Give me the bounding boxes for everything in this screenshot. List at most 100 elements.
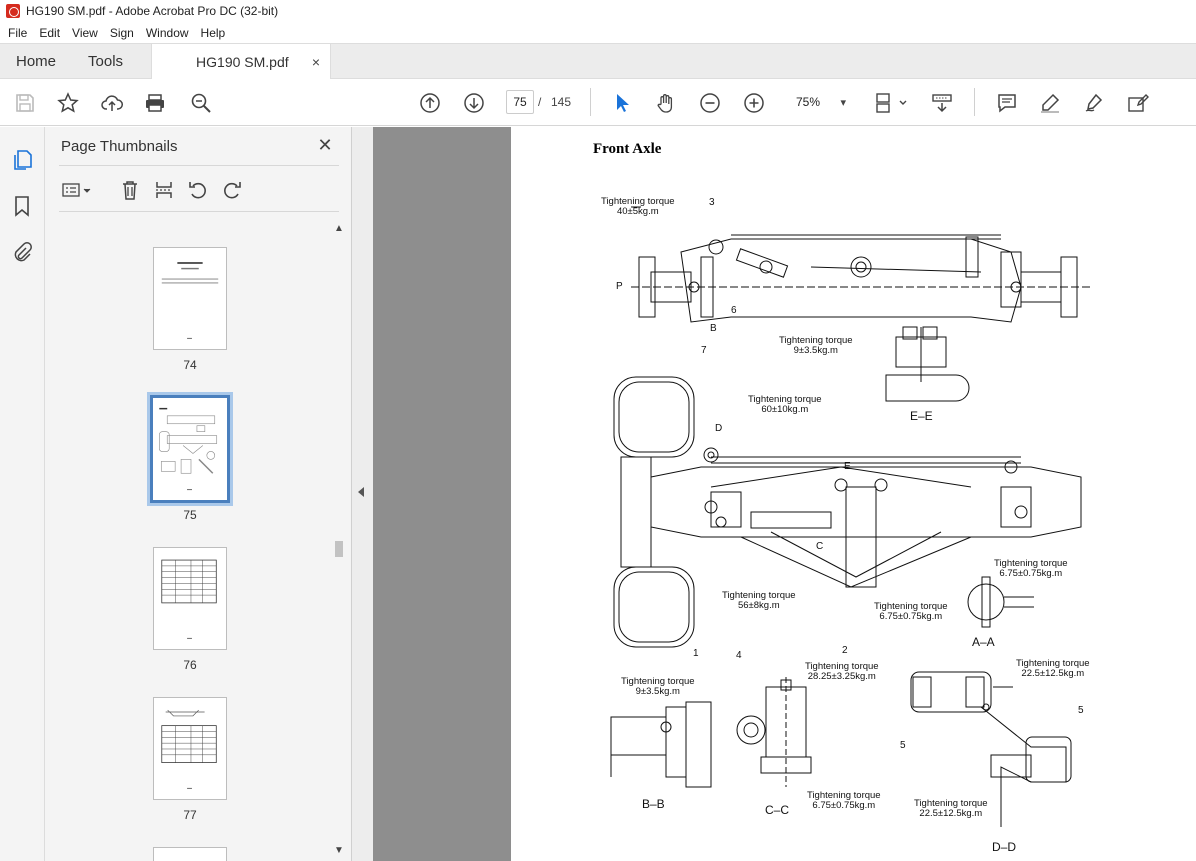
page-number-input[interactable]: 75 [506, 90, 534, 114]
document-viewer[interactable]: Front Axle Tightening torque 40±5kg.m Ti… [373, 127, 1196, 861]
bookmarks-icon[interactable] [11, 195, 33, 217]
section-label: B–B [642, 797, 665, 811]
draw-sign-icon[interactable] [1082, 91, 1106, 115]
callout-number: 2 [842, 645, 848, 656]
menu-view[interactable]: View [66, 26, 104, 40]
torque-label: Tightening torque 22.5±12.5kg.m [914, 798, 988, 819]
upload-cloud-icon[interactable] [100, 91, 124, 115]
torque-label: Tightening torque 40±5kg.m [601, 196, 675, 217]
tab-document-label: HG190 SM.pdf [196, 53, 289, 70]
callout-number: 1 [693, 648, 699, 659]
options-menu-icon[interactable] [61, 179, 93, 201]
select-cursor-icon[interactable] [610, 91, 634, 115]
hand-tool-icon[interactable] [654, 91, 678, 115]
scroll-down-icon[interactable]: ▼ [334, 845, 344, 856]
menu-window[interactable]: Window [140, 26, 195, 40]
menu-bar: File Edit View Sign Window Help [0, 22, 1196, 43]
tab-bar: Home Tools HG190 SM.pdf × [0, 43, 1196, 79]
highlight-pen-icon[interactable] [1038, 91, 1062, 115]
thumbnails-panel: Page Thumbnails ✕ 74 75 76 77 ▲ ▼ [45, 127, 352, 861]
callout-number: 3 [709, 197, 715, 208]
panel-toolbar [59, 175, 339, 203]
torque-label: Tightening torque 9±3.5kg.m [779, 335, 853, 356]
menu-help[interactable]: Help [195, 26, 232, 40]
zoom-level-dropdown[interactable]: 75% ▾ [786, 90, 852, 114]
zoom-level-value: 75% [796, 95, 821, 109]
thumbnail-label: 77 [183, 808, 197, 822]
comment-icon[interactable] [995, 91, 1019, 115]
thumbnail-page[interactable] [153, 547, 227, 650]
section-label: E–E [910, 409, 933, 423]
thumbnail-page-selected[interactable] [150, 395, 230, 503]
menu-sign[interactable]: Sign [104, 26, 140, 40]
zoom-out-icon[interactable] [698, 91, 722, 115]
page-display-icon[interactable] [874, 91, 910, 115]
insert-page-icon[interactable] [153, 179, 175, 201]
callout-number: 7 [701, 345, 707, 356]
thumbnail-page[interactable] [153, 847, 227, 861]
callout-number: 4 [736, 650, 742, 661]
toolbar-divider-2 [974, 88, 975, 116]
panel-title: Page Thumbnails [61, 138, 178, 155]
thumbnail-label: 74 [183, 358, 197, 372]
delete-page-icon[interactable] [119, 179, 141, 201]
torque-label: Tightening torque 6.75±0.75kg.m [807, 790, 881, 811]
callout-number: 5 [900, 740, 906, 751]
thumbnail-scrollbar[interactable]: ▲ ▼ [331, 219, 347, 861]
print-icon[interactable] [143, 91, 167, 115]
divider [59, 211, 339, 212]
callout-number: B [710, 323, 717, 334]
callout-number: C [816, 541, 824, 552]
next-page-icon[interactable] [462, 91, 486, 115]
tab-close-button[interactable]: × [312, 54, 320, 70]
scroll-up-icon[interactable]: ▲ [334, 223, 344, 234]
torque-label: Tightening torque 28.25±3.25kg.m [805, 661, 879, 682]
callout-number: 6 [731, 305, 737, 316]
save-icon[interactable] [13, 91, 37, 115]
scroll-mode-icon[interactable] [930, 91, 954, 115]
torque-label: Tightening torque 9±3.5kg.m [621, 676, 695, 697]
window-title: HG190 SM.pdf - Adobe Acrobat Pro DC (32-… [26, 4, 279, 18]
callout-number: 5 [1078, 705, 1084, 716]
thumbnail-label: 76 [183, 658, 197, 672]
find-zoom-icon[interactable] [189, 91, 213, 115]
menu-edit[interactable]: Edit [33, 26, 66, 40]
toolbar-divider [590, 88, 591, 116]
section-label: A–A [972, 635, 995, 649]
previous-page-icon[interactable] [418, 91, 442, 115]
thumbnail-page[interactable] [153, 247, 227, 350]
divider [59, 165, 339, 166]
left-rail [0, 127, 45, 861]
title-bar: HG190 SM.pdf - Adobe Acrobat Pro DC (32-… [0, 0, 1196, 22]
scrollbar-thumb[interactable] [335, 541, 343, 557]
panel-splitter[interactable] [352, 127, 373, 861]
bookmark-star-icon[interactable] [56, 91, 80, 115]
section-label: C–C [765, 803, 790, 817]
attachments-icon[interactable] [11, 241, 33, 263]
page-separator: / [538, 95, 542, 109]
tab-tools[interactable]: Tools [72, 44, 139, 78]
collapse-panel-icon[interactable] [358, 487, 364, 497]
rotate-left-icon[interactable] [187, 179, 209, 201]
pdf-page: Front Axle Tightening torque 40±5kg.m Ti… [511, 127, 1196, 861]
torque-label: Tightening torque 22.5±12.5kg.m [1016, 658, 1090, 679]
callout-number: E [844, 461, 851, 472]
front-axle-drawing [610, 206, 1091, 827]
page-total: 145 [551, 95, 572, 109]
tab-document[interactable]: HG190 SM.pdf × [151, 44, 332, 79]
thumbnail-label: 75 [183, 508, 197, 522]
chevron-down-icon: ▾ [840, 96, 846, 109]
fill-sign-icon[interactable] [1126, 91, 1150, 115]
zoom-in-icon[interactable] [742, 91, 766, 115]
menu-file[interactable]: File [2, 26, 33, 40]
torque-label: Tightening torque 6.75±0.75kg.m [994, 558, 1068, 579]
close-icon[interactable]: ✕ [315, 135, 335, 155]
tab-home[interactable]: Home [0, 44, 72, 78]
callout-number: D [715, 423, 723, 434]
thumbnail-page[interactable] [153, 697, 227, 800]
torque-label: Tightening torque 60±10kg.m [748, 394, 822, 415]
rotate-right-icon[interactable] [221, 179, 243, 201]
section-label: D–D [992, 840, 1017, 854]
page-thumbnails-icon[interactable] [11, 149, 33, 171]
acrobat-icon [6, 4, 20, 18]
